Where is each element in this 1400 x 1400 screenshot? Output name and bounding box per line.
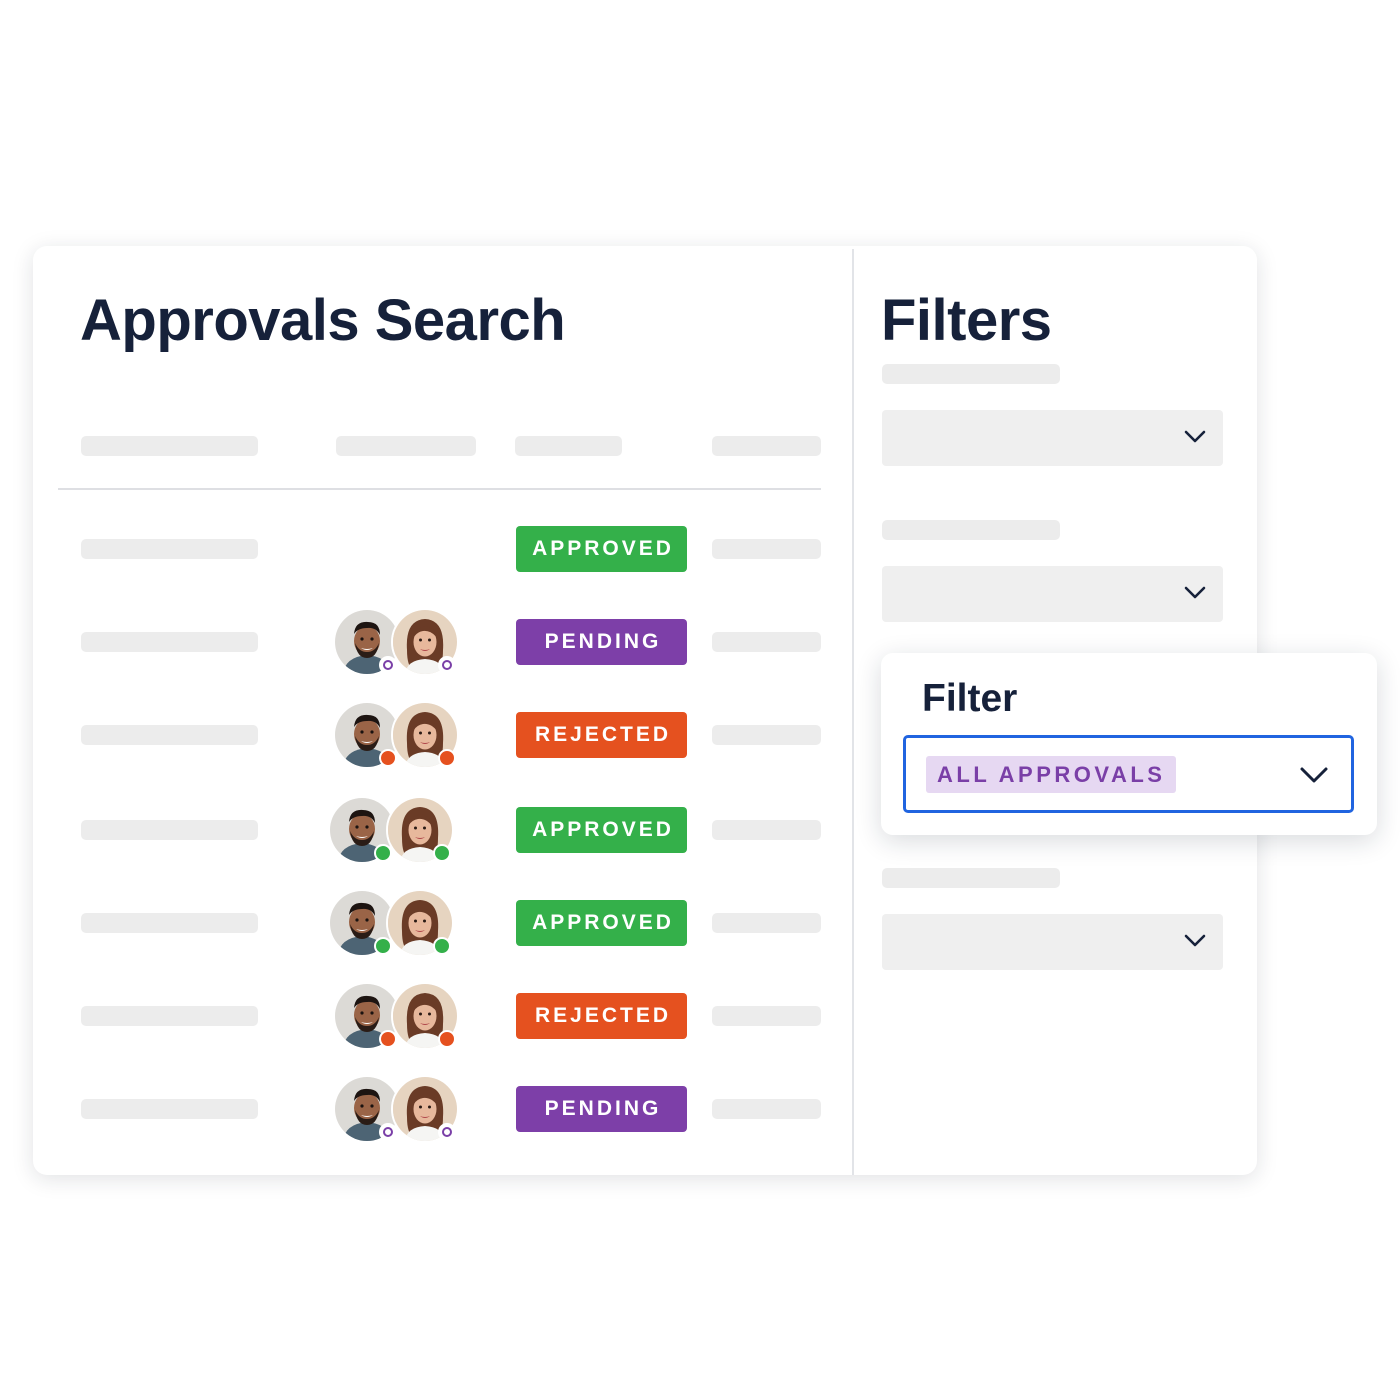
row-name-placeholder — [81, 1099, 258, 1119]
status-badge[interactable]: PENDING — [516, 1086, 687, 1132]
chevron-down-icon — [1184, 586, 1206, 599]
column-header-placeholder[interactable] — [336, 436, 476, 456]
filter-select[interactable] — [882, 914, 1223, 970]
column-header-placeholder[interactable] — [712, 436, 821, 456]
status-badge[interactable]: REJECTED — [516, 712, 687, 758]
row-meta-placeholder — [712, 1006, 821, 1026]
row-name-placeholder — [81, 632, 258, 652]
row-meta-placeholder — [712, 632, 821, 652]
column-header-placeholder[interactable] — [81, 436, 258, 456]
approval-status-select[interactable]: ALL APPROVALS — [903, 735, 1354, 813]
status-badge[interactable]: APPROVED — [516, 900, 687, 946]
row-meta-placeholder — [712, 725, 821, 745]
column-header-placeholder[interactable] — [515, 436, 622, 456]
filter-label-placeholder — [882, 364, 1060, 384]
row-name-placeholder — [81, 1006, 258, 1026]
approver-status-indicator — [438, 749, 456, 767]
chevron-down-icon — [1184, 934, 1206, 947]
page-title: Approvals Search — [80, 288, 566, 353]
approver-status-indicator — [438, 1030, 456, 1048]
filter-select[interactable] — [882, 566, 1223, 622]
selected-value-chip: ALL APPROVALS — [926, 756, 1177, 793]
filter-label-placeholder — [882, 868, 1060, 888]
chevron-down-icon — [1184, 430, 1206, 443]
panel-divider — [852, 249, 854, 1175]
row-name-placeholder — [81, 820, 258, 840]
status-badge[interactable]: APPROVED — [516, 807, 687, 853]
filters-title: Filters — [881, 288, 1052, 353]
row-name-placeholder — [81, 539, 258, 559]
status-badge[interactable]: REJECTED — [516, 993, 687, 1039]
row-meta-placeholder — [712, 539, 821, 559]
approver-status-indicator — [438, 1123, 456, 1141]
approver-status-indicator — [379, 1030, 397, 1048]
row-meta-placeholder — [712, 913, 821, 933]
approver-status-indicator — [374, 937, 392, 955]
approver-status-indicator — [379, 1123, 397, 1141]
table-header-divider — [58, 488, 821, 490]
filter-select[interactable] — [882, 410, 1223, 466]
status-badge[interactable]: PENDING — [516, 619, 687, 665]
approver-status-indicator — [438, 656, 456, 674]
row-name-placeholder — [81, 725, 258, 745]
approver-status-indicator — [433, 844, 451, 862]
row-meta-placeholder — [712, 820, 821, 840]
approver-status-indicator — [374, 844, 392, 862]
approver-status-indicator — [379, 656, 397, 674]
filter-popup-title: Filter — [922, 677, 1018, 720]
filter-label-placeholder — [882, 520, 1060, 540]
chevron-down-icon — [1300, 767, 1328, 783]
filter-popup: Filter ALL APPROVALS — [881, 653, 1377, 835]
row-name-placeholder — [81, 913, 258, 933]
approver-status-indicator — [379, 749, 397, 767]
status-badge[interactable]: APPROVED — [516, 526, 687, 572]
approver-status-indicator — [433, 937, 451, 955]
row-meta-placeholder — [712, 1099, 821, 1119]
